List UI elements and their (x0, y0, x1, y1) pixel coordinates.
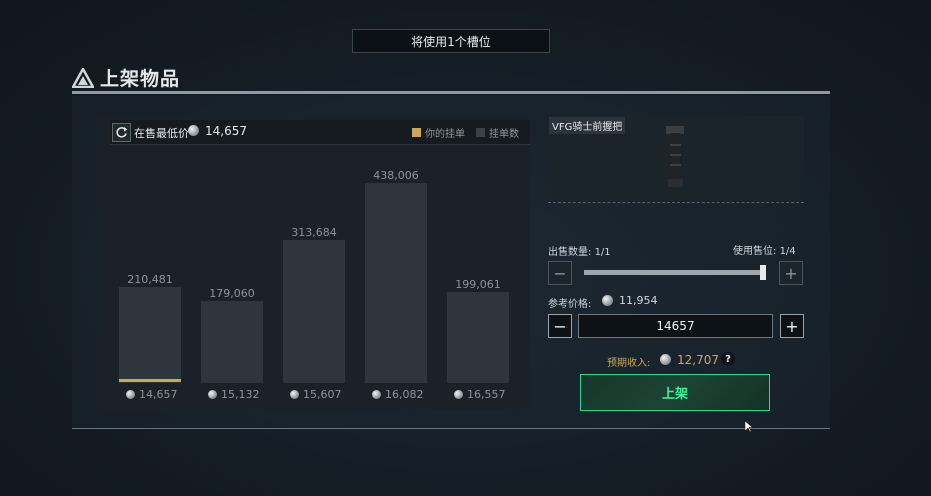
legend-swatch-yours (412, 128, 421, 137)
sell-quantity-value: 1/1 (594, 247, 611, 258)
help-icon[interactable]: ? (721, 352, 735, 366)
slots-used-label: 使用售位: (733, 246, 777, 257)
price-tick-label: 15,607 (290, 388, 342, 401)
chart-bar (365, 183, 427, 383)
chart-bar (119, 287, 181, 383)
coin-icon (188, 125, 199, 136)
slots-used-value: 1/4 (779, 246, 796, 257)
coin-icon (126, 390, 135, 399)
legend-listing-count: 挂单数 (476, 125, 519, 140)
price-tick-label: 16,557 (454, 388, 506, 401)
chart-bar (283, 240, 345, 383)
bar-value-label: 199,061 (455, 278, 501, 291)
sell-quantity-label: 出售数量: (548, 247, 592, 258)
legend-swatch-count (476, 128, 485, 137)
bar-value-label: 179,060 (209, 287, 255, 300)
sell-quantity: 出售数量: 1/1 (548, 243, 611, 258)
coin-icon (208, 390, 217, 399)
price-tick-text: 15,132 (221, 388, 260, 401)
reference-price-value: 11,954 (619, 294, 658, 307)
lowest-price-label: 在售最低价 (134, 127, 189, 140)
price-tick-label: 16,082 (372, 388, 424, 401)
price-decrease-button[interactable]: − (548, 314, 572, 338)
quantity-increase-button[interactable]: + (779, 261, 803, 285)
page-header: 上架物品 (72, 64, 180, 91)
bar-value-label: 210,481 (127, 273, 173, 286)
quantity-slider-handle[interactable] (760, 265, 766, 280)
refresh-button[interactable] (112, 123, 131, 142)
bar-value-label: 313,684 (291, 226, 337, 239)
price-tick-text: 14,657 (139, 388, 178, 401)
legend-listing-count-label: 挂单数 (489, 129, 519, 140)
coin-icon (290, 390, 299, 399)
vertical-foregrip-icon (666, 126, 684, 187)
price-tick-text: 16,557 (467, 388, 506, 401)
price-input[interactable] (578, 314, 773, 338)
header-divider (72, 91, 830, 94)
lowest-price-value: 14,657 (205, 124, 247, 138)
chart-bar (201, 301, 263, 383)
coin-icon (602, 295, 613, 306)
your-listing-marker (119, 379, 181, 382)
legend-your-listing: 你的挂单 (412, 125, 465, 140)
mouse-cursor-icon (745, 421, 753, 433)
slot-usage-banner: 将使用1个槽位 (352, 29, 550, 53)
reference-price-label: 参考价格: (548, 299, 592, 310)
quantity-decrease-button[interactable]: − (548, 261, 572, 285)
quantity-slider-track[interactable] (584, 270, 764, 275)
price-tick-text: 15,607 (303, 388, 342, 401)
expected-income-value: 12,707 (677, 353, 719, 367)
list-item-button[interactable]: 上架 (580, 374, 770, 411)
expected-income-label: 预期收入: (607, 358, 651, 369)
page-title: 上架物品 (100, 68, 181, 90)
chart-bar (447, 292, 509, 383)
slots-used: 使用售位: 1/4 (733, 242, 796, 257)
refresh-icon (116, 127, 128, 138)
price-tick-label: 14,657 (126, 388, 178, 401)
bar-value-label: 438,006 (373, 169, 419, 182)
coin-icon (372, 390, 381, 399)
price-tick-text: 16,082 (385, 388, 424, 401)
legend-your-listing-label: 你的挂单 (425, 129, 465, 140)
item-name: VFG骑士前握把 (549, 117, 626, 134)
coin-icon (660, 354, 671, 365)
coin-icon (454, 390, 463, 399)
price-increase-button[interactable]: + (780, 314, 804, 338)
brand-logo-icon (72, 67, 94, 88)
price-tick-label: 15,132 (208, 388, 260, 401)
